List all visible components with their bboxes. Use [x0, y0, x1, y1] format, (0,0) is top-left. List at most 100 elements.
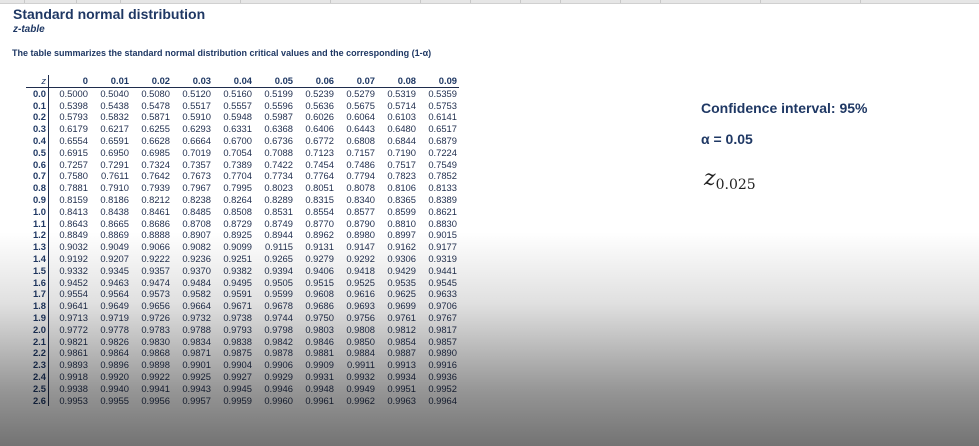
table-cell: 0.9808 [346, 323, 375, 335]
table-cell: 0.8830 [428, 217, 457, 229]
table-cell: 0.9678 [264, 300, 293, 312]
table-cell: 0.9015 [428, 229, 457, 241]
table-cell: 0.9649 [100, 300, 129, 312]
z-row-header: 1.7 [26, 288, 49, 301]
table-cell: 0.9345 [100, 264, 129, 276]
table-cell: 0.9887 [387, 347, 416, 359]
z-column-header: z [26, 75, 49, 88]
table-row: 0.4 0.6554 0.6591 0.6628 0.6664 0.6700 0.6736 0… [26, 134, 459, 147]
table-cell: 0.9251 [223, 252, 252, 264]
table-cell: 0.8461 [141, 205, 170, 217]
table-cell: 0.8212 [141, 193, 170, 205]
table-cell: 0.5517 [182, 99, 211, 111]
table-cell: 0.5000 [59, 87, 88, 99]
table-cell: 0.9319 [428, 252, 457, 264]
column-header: 0.04 [213, 75, 254, 88]
z-row-header: 1.0 [26, 205, 49, 218]
table-cell: 0.9370 [182, 264, 211, 276]
table-row: 0.8 0.7881 0.7910 0.7939 0.7967 0.7995 0.8023 0… [26, 182, 459, 194]
table-cell: 0.9793 [223, 323, 252, 335]
table-cell: 0.9938 [59, 382, 88, 394]
table-cell: 0.9147 [346, 241, 375, 253]
table-cell: 0.9554 [59, 288, 88, 300]
table-cell: 0.8907 [182, 229, 211, 241]
table-cell: 0.9778 [100, 323, 129, 335]
z-row-header: 1.5 [26, 264, 49, 277]
table-cell: 0.5359 [428, 87, 457, 99]
table-cell: 0.9953 [59, 394, 88, 406]
table-cell: 0.9573 [141, 288, 170, 300]
table-cell: 0.7324 [141, 158, 170, 170]
table-cell: 0.8554 [305, 205, 334, 217]
table-cell: 0.9463 [100, 276, 129, 288]
column-header: 0.05 [254, 75, 295, 88]
table-cell: 0.9564 [100, 288, 129, 300]
table-cell: 0.5714 [387, 99, 416, 111]
table-cell: 0.5675 [346, 99, 375, 111]
table-cell: 0.9082 [182, 241, 211, 253]
table-cell: 0.9616 [346, 288, 375, 300]
table-cell: 0.9664 [182, 300, 211, 312]
table-cell: 0.9868 [141, 347, 170, 359]
table-cell: 0.9884 [346, 347, 375, 359]
table-cell: 0.9515 [305, 276, 334, 288]
table-cell: 0.9756 [346, 311, 375, 323]
table-cell: 0.9940 [100, 382, 129, 394]
table-cell: 0.9693 [346, 300, 375, 312]
table-cell: 0.8869 [100, 229, 129, 241]
table-cell: 0.9943 [182, 382, 211, 394]
table-cell: 0.9726 [141, 311, 170, 323]
z-row-header: 0.0 [26, 87, 49, 100]
table-cell: 0.5160 [223, 87, 252, 99]
table-cell: 0.8944 [264, 229, 293, 241]
table-cell: 0.9934 [387, 370, 416, 382]
table-cell: 0.9066 [141, 241, 170, 253]
z-row-header: 2.0 [26, 323, 49, 336]
table-cell: 0.9706 [428, 300, 457, 312]
table-cell: 0.9936 [428, 370, 457, 382]
table-cell: 0.9783 [141, 323, 170, 335]
table-cell: 0.6985 [141, 146, 170, 158]
table-cell: 0.7389 [223, 158, 252, 170]
table-row: 1.4 0.9192 0.9207 0.9222 0.9236 0.9251 0.9265 0… [26, 252, 459, 265]
table-cell: 0.5398 [59, 99, 88, 111]
table-cell: 0.8810 [387, 217, 416, 229]
table-cell: 0.9131 [305, 241, 334, 253]
table-cell: 0.9599 [264, 288, 293, 300]
table-cell: 0.9633 [428, 288, 457, 300]
table-cell: 0.8925 [223, 229, 252, 241]
table-cell: 0.9452 [59, 276, 88, 288]
table-cell: 0.6331 [223, 123, 252, 135]
table-cell: 0.5120 [182, 87, 211, 99]
table-cell: 0.8186 [100, 193, 129, 205]
table-cell: 0.8770 [305, 217, 334, 229]
z-row-header: 1.4 [26, 252, 49, 265]
table-cell: 0.9429 [387, 264, 416, 276]
table-cell: 0.9906 [264, 359, 293, 371]
table-cell: 0.8665 [100, 217, 129, 229]
table-cell: 0.8106 [387, 182, 416, 194]
table-cell: 0.9854 [387, 335, 416, 347]
table-cell: 0.8023 [264, 182, 293, 194]
table-cell: 0.6808 [346, 134, 375, 146]
table-cell: 0.7054 [223, 146, 252, 158]
table-cell: 0.9656 [141, 300, 170, 312]
table-cell: 0.9952 [428, 382, 457, 394]
table-cell: 0.9641 [59, 300, 88, 312]
table-cell: 0.5596 [264, 99, 293, 111]
table-row: 0.3 0.6179 0.6217 0.6255 0.6293 0.6331 0.6368 0… [26, 123, 459, 135]
table-cell: 0.9222 [141, 252, 170, 264]
table-cell: 0.7257 [59, 158, 88, 170]
column-header: 0.02 [131, 75, 172, 88]
table-cell: 0.9591 [223, 288, 252, 300]
table-cell: 0.5793 [59, 111, 88, 123]
column-divider [120, 0, 121, 3]
table-cell: 0.7190 [387, 146, 416, 158]
z-row-header: 0.4 [26, 134, 49, 147]
table-cell: 0.8315 [305, 193, 334, 205]
table-cell: 0.6844 [387, 134, 416, 146]
table-cell: 0.6064 [346, 111, 375, 123]
previous-slide-button[interactable] [0, 170, 14, 226]
z-table-header-row: z 0 0.01 0.02 0.03 0.04 0.05 0.06 0.07 0.08 0.09 [26, 75, 459, 88]
table-row: 2.5 0.9938 0.9940 0.9941 0.9943 0.9945 0.9946 0… [26, 382, 459, 395]
